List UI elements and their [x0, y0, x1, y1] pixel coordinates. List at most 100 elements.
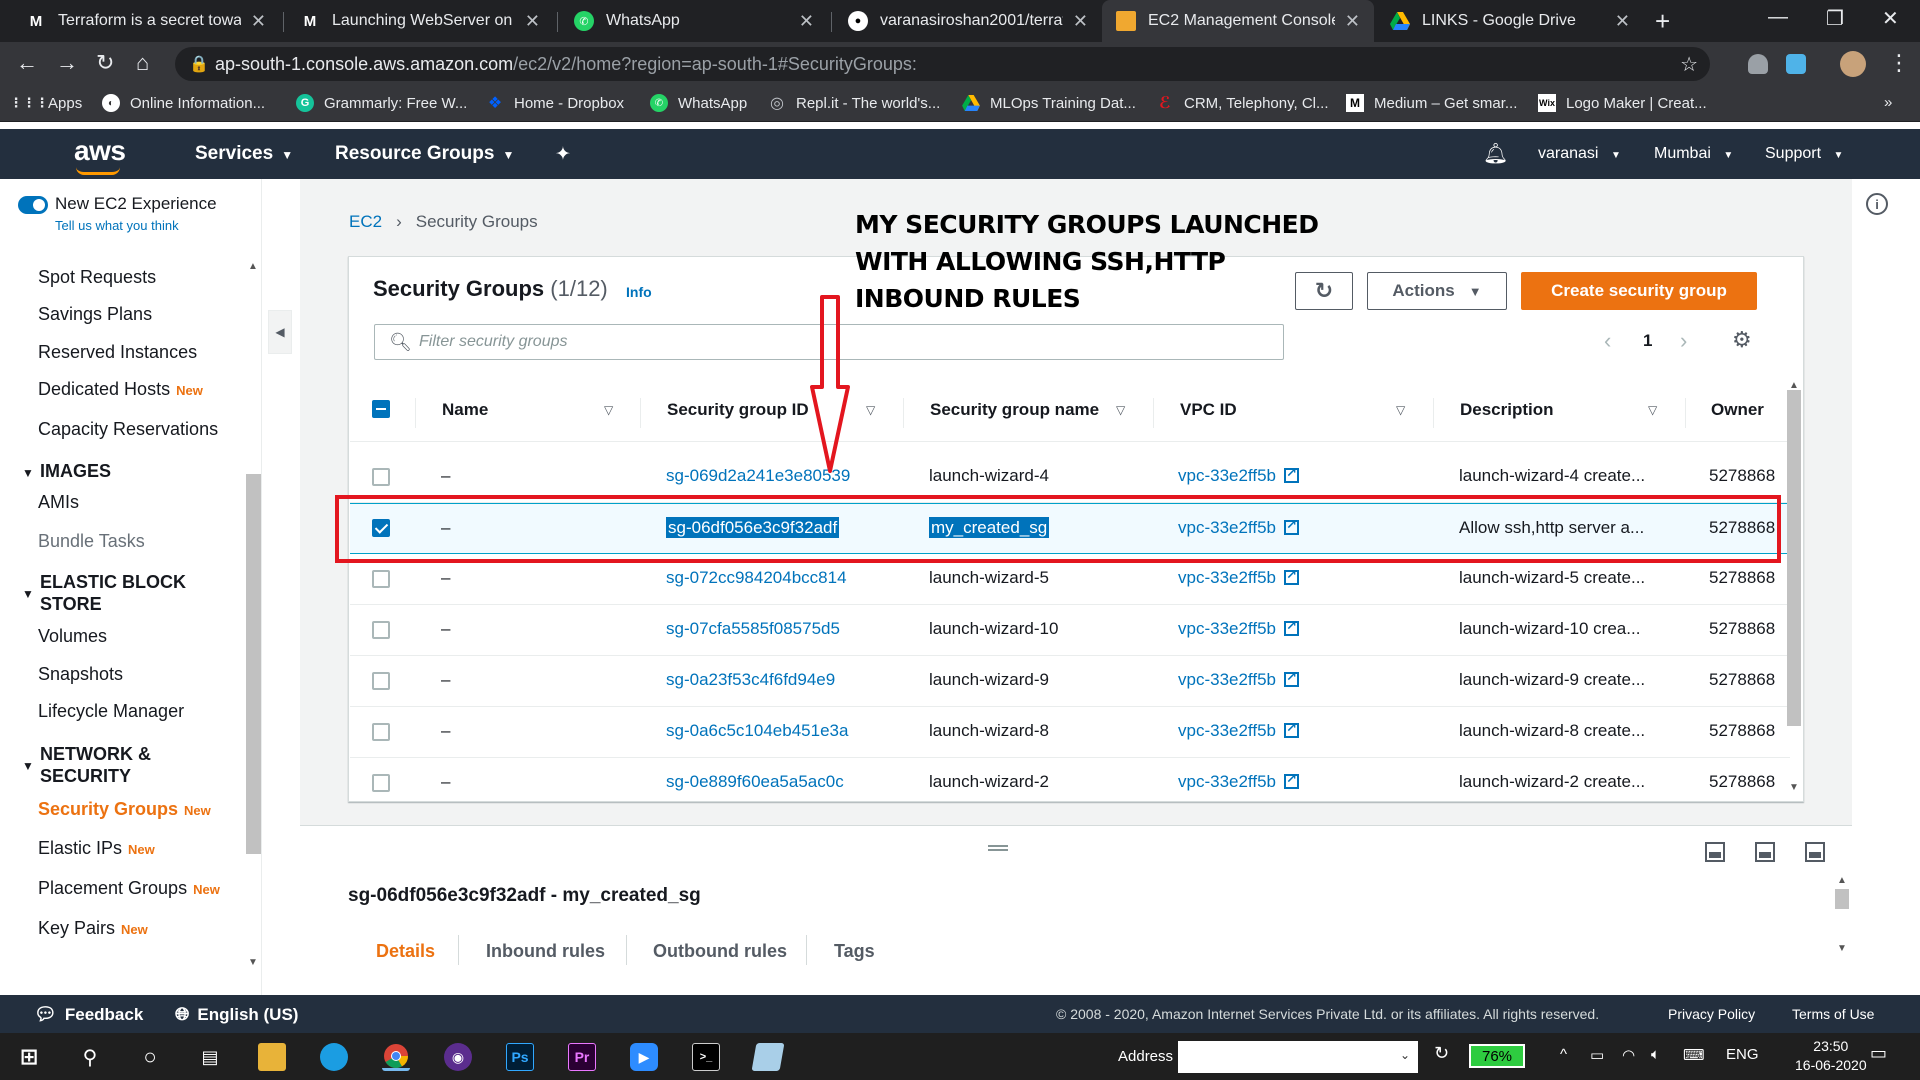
sidebar-item-spot-requests[interactable]: Spot Requests: [38, 267, 156, 288]
bookmark-item[interactable]: G Grammarly: Free W...: [296, 94, 467, 112]
forward-icon[interactable]: →: [56, 50, 78, 76]
bookmark-apps[interactable]: ⋮⋮⋮ Apps: [10, 94, 83, 112]
info-link[interactable]: Info: [626, 284, 652, 300]
browser-tab-active[interactable]: EC2 Management Console ✕: [1102, 0, 1374, 42]
sidebar-item-elastic-ips[interactable]: Elastic IPs New: [38, 838, 155, 859]
scroll-down-icon[interactable]: ▼: [1789, 782, 1799, 793]
sg-id-link[interactable]: sg-07cfa5585f08575d5: [666, 619, 840, 639]
edge-icon[interactable]: [320, 1043, 348, 1071]
restore-icon[interactable]: ❐: [1826, 6, 1844, 31]
premiere-icon[interactable]: Pr: [568, 1043, 596, 1071]
keyboard-icon[interactable]: ⌨: [1683, 1046, 1705, 1064]
volume-icon[interactable]: 🔈︎: [1651, 1046, 1660, 1063]
close-tab-icon[interactable]: ✕: [525, 11, 540, 32]
notifications-icon[interactable]: ▭: [1870, 1043, 1887, 1064]
chevron-up-icon[interactable]: ^: [1560, 1046, 1567, 1063]
bookmark-star-icon[interactable]: ☆: [1680, 52, 1698, 77]
shield-extension-icon[interactable]: [1748, 54, 1768, 74]
language-selector[interactable]: 🌐︎ English (US): [175, 1004, 298, 1025]
create-security-group-button[interactable]: Create security group: [1521, 272, 1757, 310]
sidebar-item-lifecycle-manager[interactable]: Lifecycle Manager: [38, 701, 184, 722]
bookmark-item[interactable]: ◐ Online Information...: [102, 94, 265, 112]
avatar[interactable]: [1840, 51, 1866, 77]
row-checkbox[interactable]: [372, 621, 390, 639]
browser-tab[interactable]: M Terraform is a secret towards ✕: [12, 0, 280, 42]
select-all-checkbox[interactable]: [372, 400, 390, 418]
vpc-id-link[interactable]: vpc-33e2ff5b: [1178, 567, 1299, 588]
privacy-policy-link[interactable]: Privacy Policy: [1668, 1006, 1755, 1022]
wifi-icon[interactable]: ◠: [1622, 1046, 1635, 1064]
tab-inbound-rules[interactable]: Inbound rules: [486, 941, 605, 962]
system-clock[interactable]: 23:50 16-06-2020: [1795, 1037, 1867, 1075]
sg-id-link[interactable]: sg-0e889f60ea5a5ac0c: [666, 772, 844, 792]
sidebar-item-snapshots[interactable]: Snapshots: [38, 664, 123, 685]
breadcrumb-ec2-link[interactable]: EC2: [349, 212, 382, 231]
sort-icon[interactable]: ▽: [866, 403, 875, 417]
bookmark-item[interactable]: MLOps Training Dat...: [962, 94, 1136, 112]
feedback-link[interactable]: Tell us what you think: [55, 218, 179, 233]
vpc-id-link[interactable]: vpc-33e2ff5b: [1178, 669, 1299, 690]
split-drag-handle[interactable]: [988, 845, 1008, 851]
bookmark-item[interactable]: Wix Logo Maker | Creat...: [1538, 94, 1707, 112]
sg-id-link[interactable]: sg-0a6c5c104eb451e3a: [666, 721, 848, 741]
pin-icon[interactable]: ✦: [555, 143, 571, 166]
sidebar-item-security-groups[interactable]: Security Groups New: [38, 799, 211, 820]
home-icon[interactable]: ⌂: [136, 50, 149, 76]
terms-of-use-link[interactable]: Terms of Use: [1792, 1006, 1874, 1022]
sort-icon[interactable]: ▽: [1116, 403, 1125, 417]
chrome-icon[interactable]: [382, 1043, 410, 1071]
feedback-button[interactable]: 💬︎ Feedback: [34, 1004, 143, 1025]
sidebar-item-amis[interactable]: AMIs: [38, 492, 79, 513]
sidebar-item-capacity-reservations[interactable]: Capacity Reservations: [38, 419, 218, 440]
table-row[interactable]: – sg-07cfa5585f08575d5 launch-wizard-10 …: [350, 605, 1790, 656]
pane-bottom-icon[interactable]: [1705, 842, 1725, 862]
row-checkbox[interactable]: [372, 570, 390, 588]
bookmark-item[interactable]: M Medium – Get smar...: [1346, 94, 1517, 112]
sidebar-item-placement-groups[interactable]: Placement Groups New: [38, 878, 220, 899]
sidebar-item-key-pairs[interactable]: Key Pairs New: [38, 918, 148, 939]
row-checkbox[interactable]: [372, 723, 390, 741]
sidebar-section-network-security[interactable]: ▼ NETWORK & SECURITY: [22, 743, 151, 787]
close-tab-icon[interactable]: ✕: [799, 11, 814, 32]
refresh-icon[interactable]: ↻: [1434, 1043, 1449, 1064]
bookmark-item[interactable]: ℰ CRM, Telephony, Cl...: [1156, 94, 1328, 113]
page-number[interactable]: 1: [1643, 331, 1652, 351]
info-panel-icon[interactable]: i: [1866, 193, 1888, 215]
column-header-sg-name[interactable]: Security group name: [930, 400, 1099, 420]
details-scrollbar[interactable]: ▲ ▼: [1834, 875, 1850, 985]
column-header-sg-id[interactable]: Security group ID: [667, 400, 809, 420]
search-icon[interactable]: ⚲: [76, 1043, 104, 1071]
reload-icon[interactable]: ↻: [96, 50, 114, 76]
prev-page-icon[interactable]: ‹: [1604, 328, 1611, 354]
zoom-icon[interactable]: ▶: [630, 1043, 658, 1071]
scroll-down-icon[interactable]: ▼: [248, 957, 258, 968]
sidebar-section-images[interactable]: ▼ IMAGES: [22, 460, 111, 482]
pane-side-icon[interactable]: [1755, 842, 1775, 862]
sort-icon[interactable]: ▽: [604, 403, 613, 417]
row-checkbox[interactable]: [372, 468, 390, 486]
sidebar-section-ebs[interactable]: ▼ ELASTIC BLOCK STORE: [22, 571, 186, 615]
bookmark-item[interactable]: ❖ Home - Dropbox: [486, 94, 624, 113]
column-header-owner[interactable]: Owner: [1711, 400, 1764, 420]
browser-tab[interactable]: ✆ WhatsApp ✕: [560, 0, 828, 42]
aws-logo[interactable]: aws: [74, 135, 126, 175]
photoshop-icon[interactable]: Ps: [506, 1043, 534, 1071]
region-menu[interactable]: Mumbai ▼: [1654, 145, 1733, 163]
sidebar-item-bundle-tasks[interactable]: Bundle Tasks: [38, 531, 145, 552]
bookmark-item[interactable]: ✆ WhatsApp: [650, 94, 747, 112]
column-header-name[interactable]: Name: [442, 400, 488, 420]
vpc-id-link[interactable]: vpc-33e2ff5b: [1178, 720, 1299, 741]
close-tab-icon[interactable]: ✕: [1615, 11, 1630, 32]
column-header-description[interactable]: Description: [1460, 400, 1554, 420]
bell-icon[interactable]: 🔔︎: [1483, 141, 1508, 166]
bookmark-item[interactable]: ◎ Repl.it - The world's...: [768, 94, 940, 113]
table-row[interactable]: – sg-0a23f53c4f6fd94e9 launch-wizard-9 v…: [350, 656, 1790, 707]
row-checkbox[interactable]: [372, 774, 390, 792]
next-page-icon[interactable]: ›: [1680, 328, 1687, 354]
browser-tab[interactable]: ● varanasiroshan2001/terrafor ✕: [834, 0, 1102, 42]
account-menu[interactable]: varanasi ▼: [1538, 145, 1621, 163]
bookmarks-overflow-icon[interactable]: »: [1884, 94, 1892, 111]
close-tab-icon[interactable]: ✕: [1073, 11, 1088, 32]
sidebar-item-reserved-instances[interactable]: Reserved Instances: [38, 342, 197, 363]
vpc-id-link[interactable]: vpc-33e2ff5b: [1178, 771, 1299, 792]
